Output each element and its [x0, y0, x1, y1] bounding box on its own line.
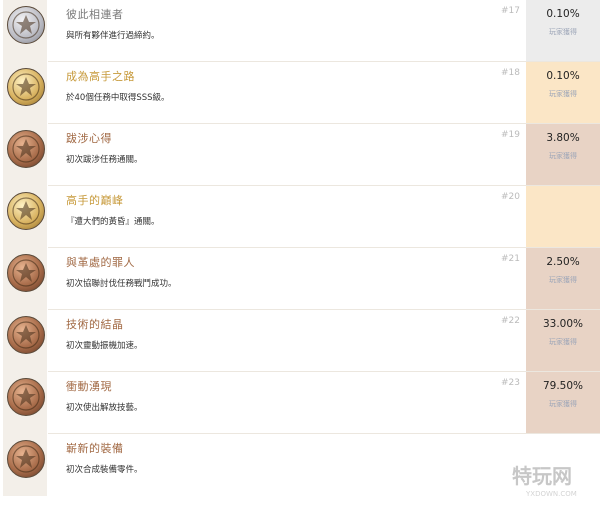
unlock-caption: 玩家獲得 — [549, 400, 577, 408]
achievement-title: 彼此相連者 — [66, 8, 124, 21]
rate-cell: 79.50% 玩家獲得 — [526, 372, 600, 434]
medal-cell — [3, 310, 47, 372]
achievement-description: 與所有夥伴進行過締約。 — [66, 31, 160, 41]
rate-cell: 0.10% 玩家獲得 — [526, 0, 600, 62]
achievement-number: #17 — [501, 6, 520, 16]
achievement-title: 跋涉心得 — [66, 132, 112, 145]
unlock-caption: 玩家獲得 — [549, 276, 577, 284]
silver-medal-icon — [7, 6, 45, 44]
achievement-description: 初次合成裝備零件。 — [66, 465, 143, 475]
achievement-row[interactable]: 嶄新的裝備 初次合成裝備零件。 — [0, 434, 600, 496]
achievement-title: 技術的結晶 — [66, 318, 124, 331]
unlock-percentage: 33.00% — [542, 318, 584, 330]
achievement-row[interactable]: 高手的巔峰 『遭大們的黃昏』通關。 #20 — [0, 186, 600, 248]
unlock-caption: 玩家獲得 — [549, 28, 577, 36]
unlock-percentage: 2.50% — [546, 256, 580, 268]
achievement-description: 初次使出解放技藝。 — [66, 403, 143, 413]
medal-cell — [3, 434, 47, 496]
medal-cell — [3, 62, 47, 124]
achievement-number: #20 — [501, 192, 520, 202]
rate-cell — [526, 186, 600, 248]
svg-text:特玩网: 特玩网 — [512, 464, 572, 488]
achievement-number: #22 — [501, 316, 520, 326]
achievement-row[interactable]: 彼此相連者 與所有夥伴進行過締約。 #17 0.10% 玩家獲得 — [0, 0, 600, 62]
bronze-medal-icon — [7, 378, 45, 416]
bronze-medal-icon — [7, 130, 45, 168]
rate-cell: 3.80% 玩家獲得 — [526, 124, 600, 186]
achievement-number: #19 — [501, 130, 520, 140]
achievement-description: 於40個任務中取得SSS級。 — [66, 93, 170, 103]
achievement-number: #23 — [501, 378, 520, 388]
achievement-description: 初次靈動振機加速。 — [66, 341, 143, 351]
achievement-description: 『遭大們的黃昏』通關。 — [66, 217, 160, 227]
medal-cell — [3, 186, 47, 248]
unlock-caption: 玩家獲得 — [549, 90, 577, 98]
gold-medal-icon — [7, 192, 45, 230]
achievement-description: 初次跋涉任務通關。 — [66, 155, 143, 165]
gold-medal-icon — [7, 68, 45, 106]
unlock-percentage: 79.50% — [542, 380, 584, 392]
watermark-logo: 特玩网 YXDOWN.COM — [512, 464, 577, 498]
unlock-percentage: 0.10% — [546, 8, 580, 20]
medal-cell — [3, 372, 47, 434]
svg-text:YXDOWN.COM: YXDOWN.COM — [525, 490, 577, 498]
medal-cell — [3, 248, 47, 310]
unlock-caption: 玩家獲得 — [549, 338, 577, 346]
bronze-medal-icon — [7, 254, 45, 292]
achievement-description: 初次協聯討伐任務戰鬥成功。 — [66, 279, 177, 289]
bronze-medal-icon — [7, 316, 45, 354]
achievement-row[interactable]: 成為高手之路 於40個任務中取得SSS級。 #18 0.10% 玩家獲得 — [0, 62, 600, 124]
achievement-row[interactable]: 跋涉心得 初次跋涉任務通關。 #19 3.80% 玩家獲得 — [0, 124, 600, 186]
achievement-row[interactable]: 技術的結晶 初次靈動振機加速。 #22 33.00% 玩家獲得 — [0, 310, 600, 372]
rate-cell: 33.00% 玩家獲得 — [526, 310, 600, 372]
rate-cell: 2.50% 玩家獲得 — [526, 248, 600, 310]
achievement-number: #18 — [501, 68, 520, 78]
unlock-percentage: 0.10% — [546, 70, 580, 82]
achievement-title: 衝動湧現 — [66, 380, 112, 393]
medal-cell — [3, 0, 47, 62]
achievement-row[interactable]: 衝動湧現 初次使出解放技藝。 #23 79.50% 玩家獲得 — [0, 372, 600, 434]
achievement-title: 與革處的罪人 — [66, 256, 135, 269]
unlock-caption: 玩家獲得 — [549, 152, 577, 160]
rate-cell: 0.10% 玩家獲得 — [526, 62, 600, 124]
unlock-percentage: 3.80% — [546, 132, 580, 144]
achievement-number: #21 — [501, 254, 520, 264]
bronze-medal-icon — [7, 440, 45, 478]
achievement-row[interactable]: 與革處的罪人 初次協聯討伐任務戰鬥成功。 #21 2.50% 玩家獲得 — [0, 248, 600, 310]
medal-cell — [3, 124, 47, 186]
achievement-title: 高手的巔峰 — [66, 194, 124, 207]
achievement-title: 成為高手之路 — [66, 70, 135, 83]
achievement-title: 嶄新的裝備 — [66, 442, 124, 455]
